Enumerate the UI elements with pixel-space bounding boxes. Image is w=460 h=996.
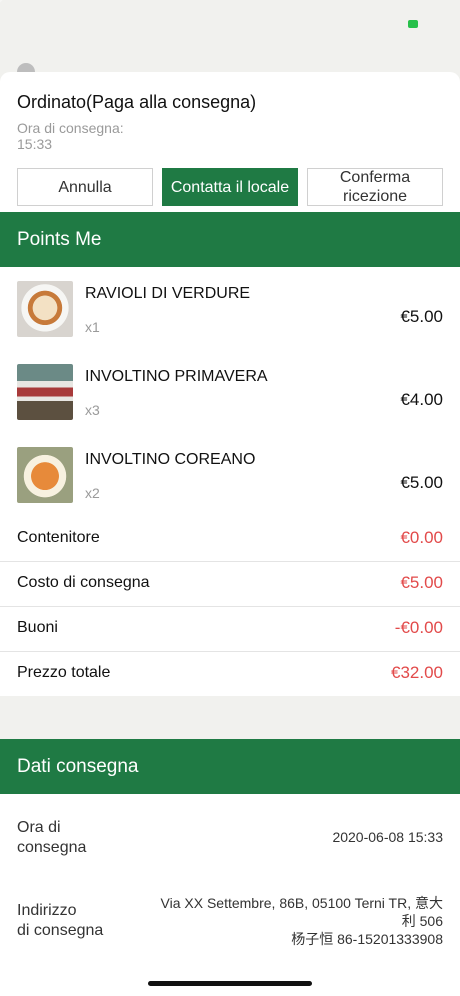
cancel-button[interactable]: Annulla xyxy=(17,168,153,206)
fee-value: €0.00 xyxy=(400,528,443,547)
delivery-time-label-line2: consegna xyxy=(17,839,87,856)
order-item: INVOLTINO PRIMAVERA x3 €4.00 xyxy=(0,364,460,434)
order-item: RAVIOLI DI VERDURE x1 €5.00 xyxy=(0,281,460,351)
item-quantity: x2 xyxy=(85,485,100,501)
item-price: €4.00 xyxy=(400,390,443,409)
fee-value: €5.00 xyxy=(400,573,443,592)
address-line-2: 利 506 xyxy=(401,913,443,929)
order-item: INVOLTINO COREANO x2 €5.00 xyxy=(0,447,460,517)
item-price: €5.00 xyxy=(400,307,443,326)
item-name: INVOLTINO COREANO xyxy=(85,451,256,468)
spring-roll-dish-photo xyxy=(17,364,73,420)
confirm-receipt-label-line1: Conferma xyxy=(339,169,411,186)
recipient-phone: 杨子恒 86-15201333908 xyxy=(291,931,443,947)
eta-value: 15:33 xyxy=(17,136,53,152)
container-fee-row: Contenitore €0.00 xyxy=(0,517,460,562)
item-quantity: x1 xyxy=(85,319,100,335)
home-indicator[interactable] xyxy=(148,981,312,986)
item-name: INVOLTINO PRIMAVERA xyxy=(85,368,268,385)
delivery-fee-row: Costo di consegna €5.00 xyxy=(0,562,460,607)
fee-label: Contenitore xyxy=(17,529,100,546)
delivery-info-panel: Ora di consegna 2020-06-08 15:33 Indiriz… xyxy=(0,794,460,996)
delivery-address-label-line2: di consegna xyxy=(17,922,104,939)
delivery-address-value: Via XX Settembre, 86B, 05100 Terni TR, 意… xyxy=(161,894,443,948)
eta-label: Ora di consegna: xyxy=(17,120,124,136)
korean-roll-dish-photo xyxy=(17,447,73,503)
delivery-time-value: 2020-06-08 15:33 xyxy=(332,829,443,845)
total-price-row: Prezzo totale €32.00 xyxy=(0,652,460,697)
delivery-address-label-line1: Indirizzo xyxy=(17,902,77,919)
fee-label: Prezzo totale xyxy=(17,664,111,681)
ravioli-dish-photo xyxy=(17,281,73,337)
battery-icon xyxy=(408,20,418,28)
delivery-time-label: Ora di consegna xyxy=(17,818,86,858)
fee-label: Costo di consegna xyxy=(17,574,150,591)
order-status-title: Ordinato(Paga alla consegna) xyxy=(17,92,257,112)
fee-value: -€0.00 xyxy=(394,618,443,637)
fee-label: Buoni xyxy=(17,619,58,636)
address-line-1: Via XX Settembre, 86B, 05100 Terni TR, 意… xyxy=(160,895,443,911)
store-name: Points Me xyxy=(17,228,102,250)
confirm-receipt-label-line2: ricezione xyxy=(342,188,408,205)
delivery-info-header: Dati consegna xyxy=(0,739,460,794)
delivery-address-label: Indirizzo di consegna xyxy=(17,901,103,941)
fee-value: €32.00 xyxy=(391,663,443,682)
item-quantity: x3 xyxy=(85,402,100,418)
store-header: Points Me xyxy=(0,212,460,267)
contact-store-button[interactable]: Contatta il locale xyxy=(162,168,298,206)
item-name: RAVIOLI DI VERDURE xyxy=(85,285,251,302)
delivery-info-title: Dati consegna xyxy=(17,755,139,777)
delivery-time-label-line1: Ora di xyxy=(17,819,61,836)
item-price: €5.00 xyxy=(400,473,443,492)
voucher-row: Buoni -€0.00 xyxy=(0,607,460,652)
confirm-receipt-button[interactable]: Conferma ricezione xyxy=(307,168,443,206)
